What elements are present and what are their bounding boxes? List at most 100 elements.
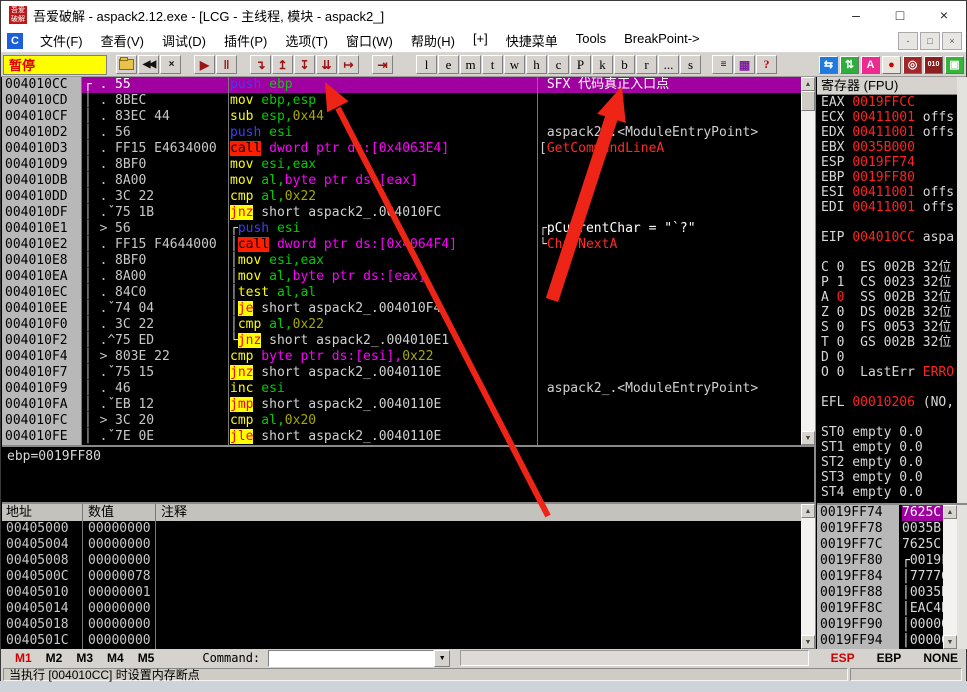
maximize-button[interactable]: □ xyxy=(878,1,922,29)
register-line[interactable]: S 0 FS 0053 32位 xyxy=(821,320,957,335)
mdi-control-button[interactable]: - xyxy=(898,31,918,50)
info-pane[interactable]: ebp=0019FF80 xyxy=(2,447,814,502)
dump-col-comment[interactable]: 注释 xyxy=(157,504,187,521)
register-line[interactable]: T 0 GS 002B 32位 xyxy=(821,335,957,350)
close-button[interactable]: × xyxy=(922,1,966,29)
stack-row[interactable]: 0019FF84│77776 xyxy=(817,569,957,585)
toolbar-button[interactable]: ⇊ xyxy=(316,55,337,74)
toolbar-button[interactable]: ↦ xyxy=(338,55,359,74)
dump-row[interactable]: 0040501C 00000000 xyxy=(2,633,801,649)
register-line[interactable]: EDX 00411001 offs xyxy=(821,125,957,140)
register-line[interactable] xyxy=(821,410,957,425)
disasm-row[interactable]: 004010E2 │ . FF15 F4644000 │call dword ptr … xyxy=(2,237,801,253)
sync-icon[interactable]: ⇆ xyxy=(819,55,838,74)
toolbar-button[interactable]: ⇥ xyxy=(372,55,393,74)
register-line[interactable]: ST3 empty 0.0 xyxy=(821,470,957,485)
toolbar-letter-button[interactable]: c xyxy=(548,55,569,74)
disasm-row[interactable]: 004010FE │ .ˇ 7E 0E jle short aspack2_.0040… xyxy=(2,429,801,445)
toolbar-letter-button[interactable]: b xyxy=(614,55,635,74)
register-line[interactable]: ST1 empty 0.0 xyxy=(821,440,957,455)
binary-icon[interactable]: 010 xyxy=(924,55,943,74)
dump-row[interactable]: 0040500C 00000078 xyxy=(2,569,801,585)
disasm-row[interactable]: 004010FA │ .ˇ EB 12 jmp short aspack2_.0040… xyxy=(2,397,801,413)
memory-tab-m2[interactable]: M2 xyxy=(46,651,63,665)
memory-tab-m5[interactable]: M5 xyxy=(138,651,155,665)
dump-row[interactable]: 00405008 00000000 xyxy=(2,553,801,569)
scroll-down-icon[interactable]: ▼ xyxy=(801,635,815,649)
register-line[interactable]: EAX 0019FFCC xyxy=(821,95,957,110)
record-icon[interactable]: ● xyxy=(882,55,901,74)
disasm-row[interactable]: 004010F9 │ . 46 inc esi aspack2_.<ModuleEnt… xyxy=(2,381,801,397)
toolbar-letter-button[interactable]: m xyxy=(460,55,481,74)
command-input[interactable] xyxy=(268,649,435,667)
register-line[interactable]: ESI 00411001 offs xyxy=(821,185,957,200)
menu-item[interactable]: 查看(V) xyxy=(92,31,153,50)
register-line[interactable]: P 1 CS 0023 32位 xyxy=(821,275,957,290)
minimize-button[interactable]: – xyxy=(834,1,878,29)
disasm-row[interactable]: 004010FC │ >3C 20 cmp al,0x20 xyxy=(2,413,801,429)
toolbar-button[interactable]: ↧ xyxy=(294,55,315,74)
disasm-row[interactable]: 004010CD │ . 8BEC mov ebp,esp xyxy=(2,93,801,109)
dump-row[interactable]: 00405004 00000000 xyxy=(2,537,801,553)
register-line[interactable]: Z 0 DS 002B 32位 xyxy=(821,305,957,320)
register-line[interactable]: ECX 00411001 offs xyxy=(821,110,957,125)
a-icon[interactable]: A xyxy=(861,55,880,74)
follow-label-none[interactable]: NONE xyxy=(923,651,958,665)
register-line[interactable]: ST4 empty 0.0 xyxy=(821,485,957,500)
registers-pane[interactable]: 寄存器 (FPU) EAX 0019FFCC ECX 00411001 offs E… xyxy=(817,77,957,503)
dump-col-value[interactable]: 数值 xyxy=(84,504,114,521)
dump-row[interactable]: 00405000 00000000 xyxy=(2,521,801,537)
dump-row[interactable]: 00405018 00000000 xyxy=(2,617,801,633)
disasm-pane[interactable]: 004010CC ┌ . 55 push ebp SFX 代码真正入口点 004010C… xyxy=(2,77,801,445)
disasm-row[interactable]: 004010EA │ . 8A00 │mov al,byte ptr ds:[eax] xyxy=(2,269,801,285)
stack-row[interactable]: 0019FF88│0035B xyxy=(817,585,957,601)
follow-label-ebp[interactable]: EBP xyxy=(877,651,902,665)
register-line[interactable]: EBP 0019FF80 xyxy=(821,170,957,185)
toolbar-button[interactable]: ◀◀ xyxy=(138,55,159,74)
stack-row[interactable]: 0019FF94│00000 xyxy=(817,633,957,649)
disasm-row[interactable]: 004010DB │ . 8A00 mov al,byte ptr ds:[eax] xyxy=(2,173,801,189)
toolbar-button[interactable]: ▶ xyxy=(194,55,215,74)
disasm-row[interactable]: 004010D9 │ . 8BF0 mov esi,eax xyxy=(2,157,801,173)
register-line[interactable] xyxy=(821,380,957,395)
toolbar-letter-button[interactable]: s xyxy=(680,55,701,74)
toolbar-button[interactable]: ? xyxy=(756,55,777,74)
disasm-row[interactable]: 004010F2 │ .^ 75 ED └jnz short aspack2_.004… xyxy=(2,333,801,349)
registers-scroll-track[interactable] xyxy=(957,77,967,649)
memory-tab-m4[interactable]: M4 xyxy=(107,651,124,665)
disasm-row[interactable]: 004010CF │ . 83EC 44 sub esp,0x44 xyxy=(2,109,801,125)
register-line[interactable] xyxy=(821,215,957,230)
toolbar-letter-button[interactable]: k xyxy=(592,55,613,74)
menu-item[interactable]: 窗口(W) xyxy=(337,31,402,50)
menu-item[interactable]: 调试(D) xyxy=(153,31,215,50)
disasm-row[interactable]: 004010DD │ . 3C 22 cmp al,0x22 xyxy=(2,189,801,205)
register-line[interactable]: ESP 0019FF74 xyxy=(821,155,957,170)
toolbar-letter-button[interactable]: r xyxy=(636,55,657,74)
mdi-control-button[interactable]: × xyxy=(942,31,962,50)
menu-item[interactable]: 快捷菜单 xyxy=(497,31,567,50)
scroll-down-icon[interactable]: ▼ xyxy=(801,431,815,445)
register-line[interactable]: EIP 004010CC aspa xyxy=(821,230,957,245)
menu-item[interactable]: Tools xyxy=(567,31,615,50)
toolbar-button[interactable]: ↴ xyxy=(250,55,271,74)
stack-row[interactable]: 0019FF74 7625C xyxy=(817,505,957,521)
toolbar-button[interactable]: ‖ xyxy=(216,55,237,74)
toolbar-letter-button[interactable]: P xyxy=(570,55,591,74)
dump-scrollbar[interactable]: ▲ ▼ xyxy=(801,504,815,649)
dump-row[interactable]: 00405014 00000000 xyxy=(2,601,801,617)
register-line[interactable]: ST2 empty 0.0 xyxy=(821,455,957,470)
register-line[interactable]: EFL 00010206 (NO, xyxy=(821,395,957,410)
disasm-row[interactable]: 004010EE │ .ˇ 74 04 │je short aspack2_.0040… xyxy=(2,301,801,317)
register-line[interactable] xyxy=(821,245,957,260)
swap-icon[interactable]: ⇅ xyxy=(840,55,859,74)
scroll-up-icon[interactable]: ▲ xyxy=(801,504,815,518)
register-line[interactable]: ST0 empty 0.0 xyxy=(821,425,957,440)
toolbar-letter-button[interactable]: l xyxy=(416,55,437,74)
register-line[interactable]: A 0 SS 002B 32位 xyxy=(821,290,957,305)
scroll-up-icon[interactable]: ▲ xyxy=(943,505,957,519)
register-line[interactable]: EDI 00411001 offs xyxy=(821,200,957,215)
disasm-row[interactable]: 004010CC ┌ . 55 push ebp SFX 代码真正入口点 xyxy=(2,77,801,93)
disasm-row[interactable]: 004010DF │ .ˇ 75 1B jnz short aspack2_.0040… xyxy=(2,205,801,221)
target-icon[interactable]: ◎ xyxy=(903,55,922,74)
register-line[interactable]: C 0 ES 002B 32位 xyxy=(821,260,957,275)
